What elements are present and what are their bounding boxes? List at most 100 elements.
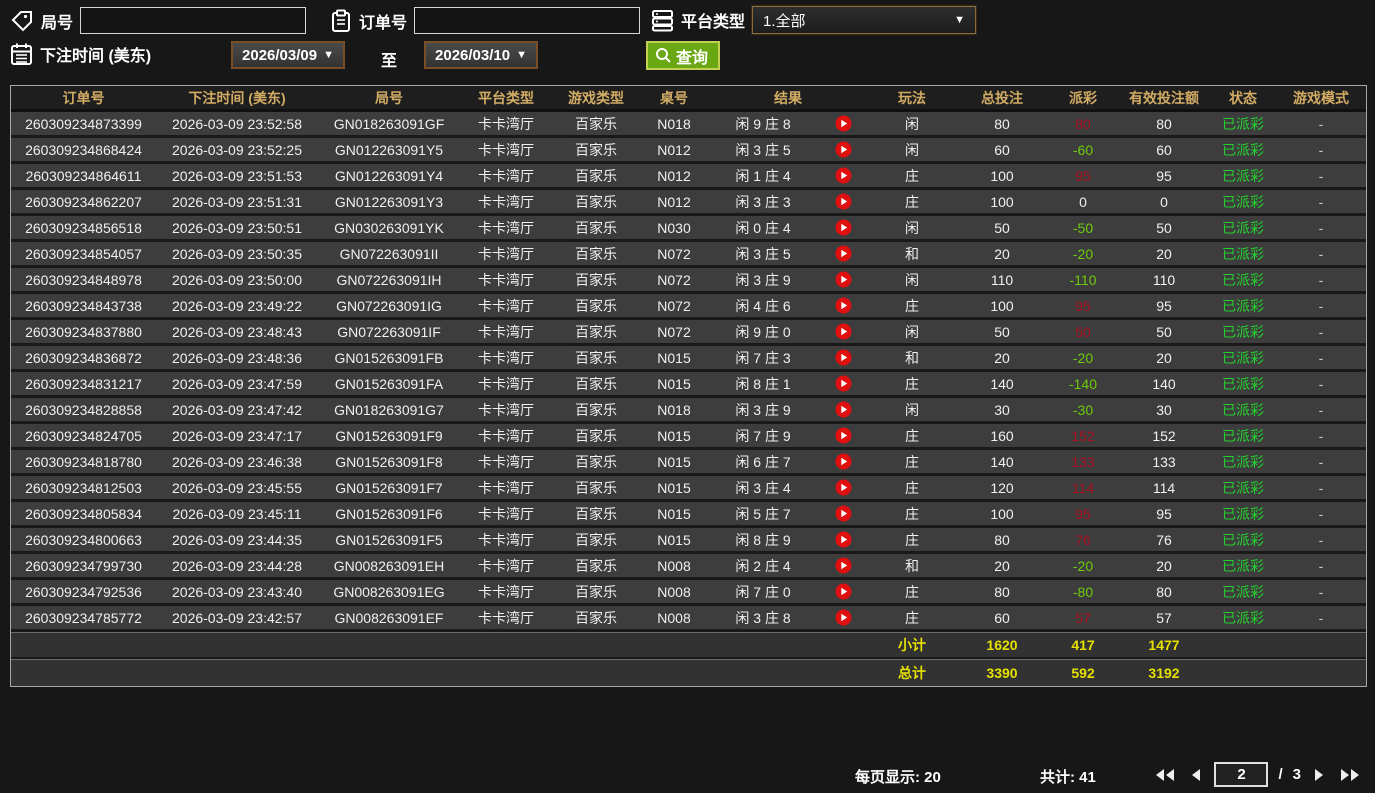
play-video-icon[interactable]	[835, 193, 852, 210]
first-page-button[interactable]	[1152, 766, 1178, 784]
cell-table-number: N015	[657, 505, 691, 522]
cell-platform: 卡卡湾厅	[478, 401, 534, 418]
cell-bet-time: 2026-03-09 23:51:53	[172, 167, 302, 184]
cell-status: 已派彩	[1222, 271, 1264, 288]
cell-result: 闲 1 庄 4	[735, 167, 791, 184]
cell-valid-bet: 50	[1156, 323, 1172, 340]
cell-platform: 卡卡湾厅	[478, 375, 534, 392]
cell-table-number: N012	[657, 193, 691, 210]
cell-round-number: GN015263091F7	[335, 479, 443, 496]
date-to-picker[interactable]: 2026/03/10 ▼	[424, 41, 538, 69]
next-page-button[interactable]	[1311, 766, 1327, 784]
table-row: 260309234862207 2026-03-09 23:51:31 GN01…	[11, 190, 1366, 216]
cell-game-type: 百家乐	[575, 141, 617, 158]
play-video-icon[interactable]	[835, 245, 852, 262]
cell-game-mode: -	[1318, 479, 1324, 496]
play-video-icon[interactable]	[835, 557, 852, 574]
cell-game-type: 百家乐	[575, 375, 617, 392]
cell-result: 闲 9 庄 0	[735, 323, 791, 340]
cell-platform: 卡卡湾厅	[478, 297, 534, 314]
cell-game-mode: -	[1318, 453, 1324, 470]
play-video-icon[interactable]	[835, 115, 852, 132]
table-header-row: 订单号 下注时间 (美东) 局号 平台类型 游戏类型 桌号 结果 玩法 总投注 …	[11, 86, 1366, 112]
prev-page-button[interactable]	[1188, 766, 1204, 784]
cell-play-type: 庄	[905, 193, 919, 210]
cell-round-number: GN072263091IG	[336, 297, 442, 314]
cell-platform: 卡卡湾厅	[478, 583, 534, 600]
table-row: 260309234800663 2026-03-09 23:44:35 GN01…	[11, 528, 1366, 554]
cell-platform: 卡卡湾厅	[478, 167, 534, 184]
table-row: 260309234864611 2026-03-09 23:51:53 GN01…	[11, 164, 1366, 190]
cell-table-number: N072	[657, 271, 691, 288]
play-video-icon[interactable]	[835, 375, 852, 392]
cell-bet-time: 2026-03-09 23:47:59	[172, 375, 302, 392]
play-video-icon[interactable]	[835, 479, 852, 496]
cell-round-number: GN015263091FA	[334, 375, 444, 392]
order-number-input[interactable]	[414, 7, 641, 34]
cell-status: 已派彩	[1222, 115, 1264, 132]
col-header-result: 结果	[774, 89, 802, 106]
cell-platform: 卡卡湾厅	[478, 193, 534, 210]
col-header-play-type: 玩法	[898, 89, 926, 106]
cell-payout: 57	[1075, 609, 1091, 626]
cell-order-number: 260309234824705	[25, 427, 142, 444]
cell-round-number: GN012263091Y4	[334, 167, 444, 184]
play-video-icon[interactable]	[835, 349, 852, 366]
play-video-icon[interactable]	[835, 531, 852, 548]
cell-valid-bet: 60	[1156, 141, 1172, 158]
cell-valid-bet: 110	[1152, 271, 1176, 288]
play-video-icon[interactable]	[835, 297, 852, 314]
round-number-input[interactable]	[80, 7, 307, 34]
cell-bet-time: 2026-03-09 23:48:43	[172, 323, 302, 340]
cell-total-bet: 80	[994, 583, 1010, 600]
play-video-icon[interactable]	[835, 271, 852, 288]
cell-game-mode: -	[1318, 297, 1324, 314]
cell-order-number: 260309234792536	[25, 583, 142, 600]
cell-game-mode: -	[1318, 219, 1324, 236]
chevron-down-icon: ▼	[954, 14, 966, 26]
cell-game-mode: -	[1318, 323, 1324, 340]
table-row: 260309234854057 2026-03-09 23:50:35 GN07…	[11, 242, 1366, 268]
cell-game-mode: -	[1318, 349, 1324, 366]
pagination-bar: 每页显示: 20 共计: 41 / 3	[0, 760, 1375, 793]
cell-game-mode: -	[1318, 609, 1324, 626]
cell-result: 闲 7 庄 9	[735, 427, 791, 444]
cell-platform: 卡卡湾厅	[478, 427, 534, 444]
play-video-icon[interactable]	[835, 141, 852, 158]
date-from-picker[interactable]: 2026/03/09 ▼	[231, 41, 345, 69]
col-header-total-bet: 总投注	[981, 89, 1023, 106]
order-number-label: 订单号	[359, 14, 408, 32]
subtotal-row: 小计 1620 417 1477	[11, 632, 1366, 659]
cell-play-type: 庄	[905, 453, 919, 470]
cell-game-type: 百家乐	[575, 583, 617, 600]
cell-order-number: 260309234868424	[25, 141, 142, 158]
platform-type-select[interactable]: 1.全部 ▼	[751, 5, 978, 35]
tag-icon	[10, 9, 34, 33]
platform-type-selected-value: 1.全部	[763, 12, 806, 30]
cell-bet-time: 2026-03-09 23:47:42	[172, 401, 302, 418]
play-video-icon[interactable]	[835, 609, 852, 626]
page-number-input[interactable]	[1214, 762, 1269, 787]
play-video-icon[interactable]	[835, 427, 852, 444]
play-video-icon[interactable]	[835, 505, 852, 522]
cell-game-mode: -	[1318, 505, 1324, 522]
play-video-icon[interactable]	[835, 583, 852, 600]
cell-round-number: GN008263091EF	[334, 609, 444, 626]
table-row: 260309234785772 2026-03-09 23:42:57 GN00…	[11, 606, 1366, 632]
cell-valid-bet: 140	[1152, 375, 1176, 392]
query-button[interactable]: 查询	[646, 41, 721, 70]
play-video-icon[interactable]	[835, 219, 852, 236]
cell-round-number: GN015263091F8	[335, 453, 443, 470]
cell-payout: -50	[1072, 219, 1094, 236]
grand-total-label: 总计	[898, 665, 926, 681]
play-video-icon[interactable]	[835, 323, 852, 340]
play-video-icon[interactable]	[835, 167, 852, 184]
cell-payout: -110	[1069, 271, 1097, 288]
cell-round-number: GN015263091F9	[335, 427, 443, 444]
play-video-icon[interactable]	[835, 401, 852, 418]
cell-result: 闲 8 庄 1	[735, 375, 791, 392]
play-video-icon[interactable]	[835, 453, 852, 470]
col-header-payout: 派彩	[1069, 89, 1097, 106]
last-page-button[interactable]	[1337, 766, 1363, 784]
cell-game-mode: -	[1318, 141, 1324, 158]
